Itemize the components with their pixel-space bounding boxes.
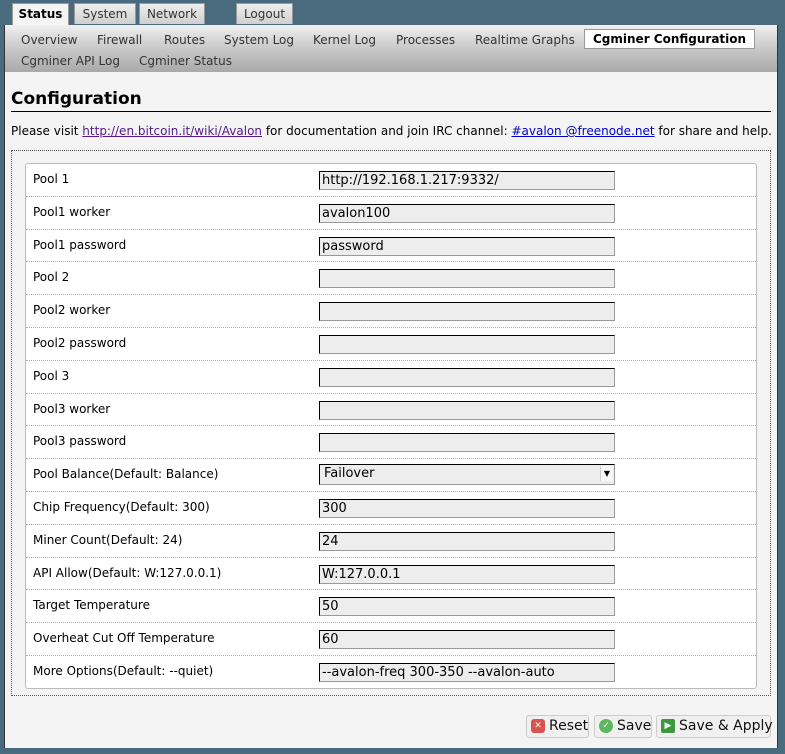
save-apply-label: Save & Apply xyxy=(679,718,773,734)
avalon-wiki-link[interactable]: http://en.bitcoin.it/wiki/Avalon xyxy=(82,124,262,138)
pool1-url-input[interactable] xyxy=(319,171,615,190)
subtab-routes[interactable]: Routes xyxy=(164,31,205,49)
config-table: Pool 1 Pool1 worker Pool1 password Pool … xyxy=(25,163,757,689)
subtab-realtime-graphs[interactable]: Realtime Graphs xyxy=(475,31,575,49)
subtab-processes[interactable]: Processes xyxy=(396,31,455,49)
field-label: Pool 3 xyxy=(33,368,70,383)
field-label: Pool2 worker xyxy=(33,303,111,318)
pool3-password-input[interactable] xyxy=(319,433,615,453)
field-row-pool-balance: Pool Balance(Default: Balance) Failover … xyxy=(26,459,756,492)
subtab-cgminer-configuration[interactable]: Cgminer Configuration xyxy=(584,29,756,49)
chevron-down-icon[interactable]: ▼ xyxy=(600,466,613,482)
apply-play-icon: ▶ xyxy=(661,719,675,733)
pool3-worker-input[interactable] xyxy=(319,400,615,420)
field-row-target-temperature: Target Temperature xyxy=(26,590,756,624)
tab-system[interactable]: System xyxy=(74,3,136,24)
field-label: API Allow(Default: W:127.0.0.1) xyxy=(33,565,222,580)
page-title: Configuration xyxy=(11,89,771,112)
api-allow-input[interactable] xyxy=(319,564,615,584)
subtab-firewall[interactable]: Firewall xyxy=(97,31,142,49)
field-row-chip-frequency: Chip Frequency(Default: 300) xyxy=(26,492,756,525)
field-row-miner-count: Miner Count(Default: 24) xyxy=(26,525,756,558)
pool-balance-value: Failover xyxy=(324,466,375,482)
field-label: Pool1 password xyxy=(33,237,127,252)
overheat-cutoff-input[interactable] xyxy=(319,630,615,650)
field-label: Overheat Cut Off Temperature xyxy=(33,631,215,646)
field-row-pool2-password: Pool2 password xyxy=(26,328,756,361)
subtab-overview[interactable]: Overview xyxy=(21,31,78,49)
tab-status[interactable]: Status xyxy=(12,3,69,26)
tab-logout[interactable]: Logout xyxy=(236,3,293,24)
field-row-pool2: Pool 2 xyxy=(26,262,756,296)
field-row-overheat-cutoff: Overheat Cut Off Temperature xyxy=(26,623,756,656)
reset-label: Reset xyxy=(549,718,589,734)
pool-balance-select[interactable]: Failover ▼ xyxy=(319,464,615,486)
field-row-pool2-worker: Pool2 worker xyxy=(26,295,756,328)
field-label: Pool Balance(Default: Balance) xyxy=(33,467,219,482)
irc-channel-link[interactable]: #avalon @freenode.net xyxy=(511,124,654,138)
intro-suffix: for share and help. xyxy=(654,124,772,138)
field-label: Pool2 password xyxy=(33,335,127,350)
save-apply-button[interactable]: ▶ Save & Apply xyxy=(656,715,773,738)
intro-middle: for documentation and join IRC channel: xyxy=(262,124,512,138)
subtab-kernel-log[interactable]: Kernel Log xyxy=(313,31,376,49)
field-label: Miner Count(Default: 24) xyxy=(33,532,183,547)
pool2-password-input[interactable] xyxy=(319,334,615,354)
field-row-more-options: More Options(Default: --quiet) xyxy=(26,656,756,688)
field-row-pool1-worker: Pool1 worker xyxy=(26,197,756,230)
field-row-pool3: Pool 3 xyxy=(26,361,756,394)
main-page: Overview Firewall Routes System Log Kern… xyxy=(4,25,778,748)
subtab-system-log[interactable]: System Log xyxy=(224,31,294,49)
more-options-input[interactable] xyxy=(319,662,615,682)
tab-network[interactable]: Network xyxy=(139,3,205,24)
pool2-worker-input[interactable] xyxy=(319,302,615,322)
pool2-url-input[interactable] xyxy=(319,269,615,289)
field-row-api-allow: API Allow(Default: W:127.0.0.1) xyxy=(26,558,756,591)
chip-frequency-input[interactable] xyxy=(319,498,615,518)
pool1-worker-input[interactable] xyxy=(319,203,615,223)
reset-x-icon: ✕ xyxy=(531,719,545,733)
field-label: More Options(Default: --quiet) xyxy=(33,663,214,678)
field-row-pool3-worker: Pool3 worker xyxy=(26,394,756,427)
field-label: Pool1 worker xyxy=(33,204,111,219)
field-label: Pool 1 xyxy=(33,172,70,186)
pool3-url-input[interactable] xyxy=(319,367,615,387)
field-label: Chip Frequency(Default: 300) xyxy=(33,499,210,514)
reset-button[interactable]: ✕ Reset xyxy=(526,715,589,738)
field-label: Pool3 password xyxy=(33,434,127,449)
field-row-pool3-password: Pool3 password xyxy=(26,426,756,460)
save-check-icon: ✓ xyxy=(599,719,613,733)
save-label: Save xyxy=(617,718,652,734)
intro-prefix: Please visit xyxy=(11,124,83,138)
save-button[interactable]: ✓ Save xyxy=(594,715,652,738)
config-fieldset: Pool 1 Pool1 worker Pool1 password Pool … xyxy=(11,150,771,696)
field-label: Target Temperature xyxy=(33,598,150,613)
intro-text: Please visit http://en.bitcoin.it/wiki/A… xyxy=(11,124,772,138)
field-row-pool1: Pool 1 xyxy=(26,164,756,197)
field-row-pool1-password: Pool1 password xyxy=(26,230,756,263)
sub-navigation: Overview Firewall Routes System Log Kern… xyxy=(5,25,777,72)
field-label: Pool3 worker xyxy=(33,401,111,416)
field-label: Pool 2 xyxy=(33,270,70,285)
subtab-cgminer-api-log[interactable]: Cgminer API Log xyxy=(21,52,120,70)
pool1-password-input[interactable] xyxy=(319,236,615,256)
target-temperature-input[interactable] xyxy=(319,597,615,617)
subtab-cgminer-status[interactable]: Cgminer Status xyxy=(139,52,232,70)
miner-count-input[interactable] xyxy=(319,531,615,551)
